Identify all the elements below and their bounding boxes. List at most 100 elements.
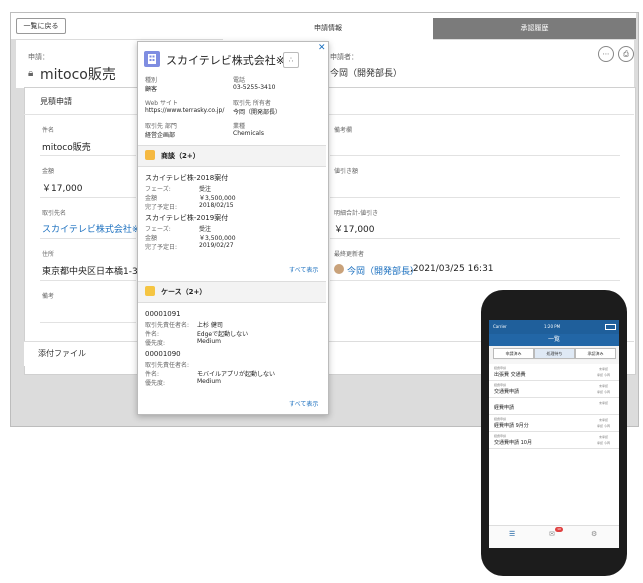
phone-value: 03-5255-3410: [233, 84, 276, 91]
account-label: 取引先名: [42, 210, 67, 217]
row-title: 交通費申請 10月: [494, 440, 532, 446]
subject-value: mitoco販売: [42, 143, 91, 153]
dept-label: 取引先 部門: [145, 123, 177, 130]
deal-amount-label: 金額: [145, 195, 158, 202]
address-label: 住所: [42, 251, 55, 258]
status-bar: Carrier 1:20 PM: [489, 320, 619, 334]
list-icon[interactable]: ☰: [509, 530, 515, 538]
industry-label: 業種: [233, 123, 246, 130]
back-to-list-button[interactable]: 一覧に戻る: [16, 18, 66, 34]
phone-tab-submitted[interactable]: 申請済み: [493, 348, 534, 359]
total-value: ￥17,000: [334, 225, 375, 235]
hierarchy-icon[interactable]: ∴: [283, 52, 299, 68]
divider: [40, 155, 136, 156]
avatar: [334, 264, 344, 274]
owner-link[interactable]: 今岡（開発部長）: [233, 107, 281, 116]
deal-phase-label: フェーズ:: [145, 226, 171, 233]
clock: 1:20 PM: [544, 324, 561, 329]
case-priority-label: 優先度:: [145, 380, 166, 387]
row-status: 未承認: [599, 367, 609, 371]
type-value: 顧客: [145, 86, 158, 93]
deals-title: 商談（2+）: [161, 152, 200, 160]
company-name: スカイテレビ株式会社※: [166, 54, 285, 67]
notification-badge: 10: [555, 527, 563, 532]
phone-screen: Carrier 1:20 PM 一覧 申請済み 処理待ち 承認済み 経費申請 出…: [489, 320, 619, 548]
website-link[interactable]: https://www.terrasky.co.jp/: [145, 107, 224, 114]
case-number-link[interactable]: 00001090: [145, 350, 181, 358]
deal-phase-label: フェーズ:: [145, 186, 171, 193]
row-label: 経費申請: [494, 417, 507, 421]
deal-link[interactable]: スカイテレビ株-2018案付: [145, 173, 228, 183]
notes-label: 備考欄: [334, 127, 353, 134]
phone-bottom-nav: ☰ ✉ 10 ⚙: [489, 525, 619, 548]
remarks-label: 備考: [42, 293, 55, 300]
applicant-label: 申請：: [28, 53, 49, 61]
divider: [330, 238, 620, 239]
more-options-icon[interactable]: ⋯: [598, 46, 614, 62]
last-updated-label: 最終更新者: [334, 251, 365, 258]
row-status: 未承認: [599, 384, 609, 388]
attachments-title: 添付ファイル: [38, 349, 86, 358]
list-item[interactable]: 経費申請 未承認: [489, 398, 619, 415]
list-item[interactable]: 経費申請 交通費申請 10月 未承認 承認 今岡: [489, 432, 619, 449]
case-subject-label: 件名:: [145, 371, 160, 378]
case-priority: Medium: [197, 378, 221, 385]
section-title: 見積申請: [40, 97, 72, 106]
amount-label: 金額: [42, 168, 55, 175]
deal-date: 2018/02/15: [199, 202, 234, 209]
divider: [330, 280, 620, 281]
deal-phase: 受注: [199, 186, 212, 193]
carrier: Carrier: [493, 324, 507, 329]
cases-title: ケース（2+）: [161, 288, 207, 296]
lock-icon: 🔒︎: [28, 68, 34, 79]
divider: [330, 155, 620, 156]
phone-tab-approved[interactable]: 承認済み: [575, 348, 616, 359]
close-icon[interactable]: ✕: [318, 43, 326, 53]
divider: [40, 322, 136, 323]
address-value: 東京都中央区日本橋1-3-1: [42, 267, 138, 277]
case-subject-link[interactable]: Edgeで起動しない: [197, 329, 248, 338]
case-subject-label: 件名:: [145, 331, 160, 338]
tab-application-info[interactable]: 申請情報: [223, 18, 433, 41]
subject-label: 件名: [42, 127, 55, 134]
discount-label: 値引き額: [334, 168, 359, 175]
phone-tabs: 申請済み 処理待ち 承認済み: [489, 346, 619, 360]
battery-icon: [605, 324, 616, 330]
case-owner-label: 取引先責任者名:: [145, 322, 190, 329]
divider: [40, 238, 136, 239]
tab-approval-history[interactable]: 承認履歴: [433, 18, 636, 39]
account-icon: [144, 51, 160, 67]
case-subject-link[interactable]: モバイルアプリが起動しない: [197, 369, 275, 378]
phone-label: 電話: [233, 77, 246, 84]
row-approver: 承認 今岡: [597, 373, 610, 377]
website-label: Web サイト: [145, 100, 178, 107]
deal-date-label: 完了予定日:: [145, 204, 178, 211]
cases-show-all-link[interactable]: すべて表示: [289, 399, 318, 408]
case-owner-label: 取引先責任者名:: [145, 362, 190, 369]
case-number-link[interactable]: 00001091: [145, 310, 181, 318]
phone-tab-pending[interactable]: 処理待ち: [534, 348, 575, 359]
row-status: 未承認: [599, 435, 609, 439]
deal-link[interactable]: スカイテレビ株-2019案付: [145, 213, 228, 223]
last-updated-user-link[interactable]: 今岡（開発部長）: [347, 264, 419, 277]
row-status: 未承認: [599, 401, 609, 405]
print-icon[interactable]: ⎙: [618, 46, 634, 62]
list-item[interactable]: 経費申請 経費申請 9月分 未承認 承認 今岡: [489, 415, 619, 432]
deals-show-all-link[interactable]: すべて表示: [289, 265, 318, 274]
account-link[interactable]: スカイテレビ株式会社※: [42, 222, 139, 235]
divider: [330, 197, 620, 198]
list-item[interactable]: 経費申請 交通費申請 未承認 承認 今岡: [489, 381, 619, 398]
gear-icon[interactable]: ⚙: [591, 530, 597, 538]
deal-amount-label: 金額: [145, 235, 158, 242]
deal-amount: ￥3,500,000: [199, 235, 236, 242]
record-title: mitoco販売: [40, 67, 116, 83]
row-label: 経費申請: [494, 383, 507, 387]
case-owner-link[interactable]: 上杉 健司: [197, 320, 223, 329]
last-updated-time: ,2021/03/25 16:31: [410, 264, 494, 274]
total-label: 明細合計-値引き: [334, 210, 379, 217]
row-title: 経費申請: [494, 405, 515, 411]
list-item[interactable]: 経費申請 出張費 交通費 未承認 承認 今岡: [489, 364, 619, 381]
amount-value: ￥17,000: [42, 184, 83, 194]
type-label: 種別: [145, 77, 158, 84]
notification-icon[interactable]: ✉: [549, 530, 555, 538]
